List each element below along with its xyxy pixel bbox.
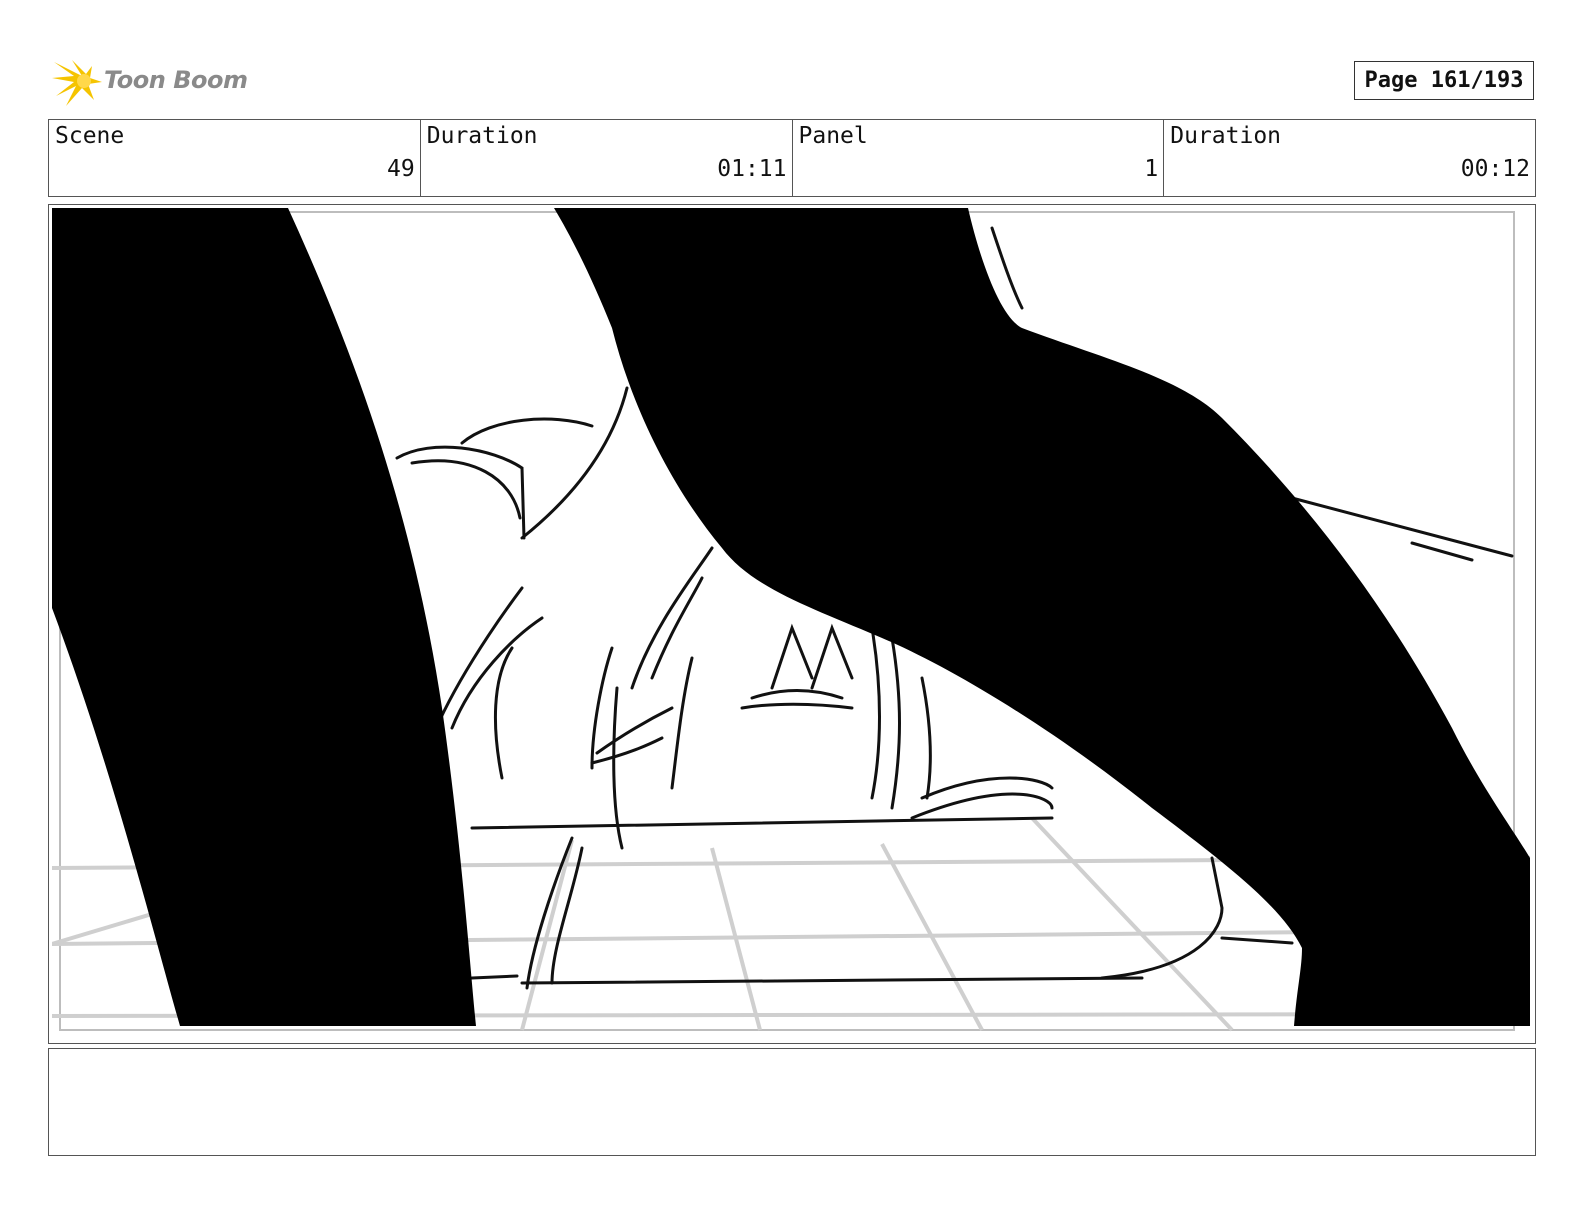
panel-label: Panel [798, 123, 868, 149]
scene-cell: Scene 49 [49, 120, 421, 196]
scene-duration-value: 01:11 [717, 156, 787, 182]
scene-duration-label: Duration [426, 123, 538, 149]
panel-cell: Panel 1 [793, 120, 1165, 196]
scene-info-table: Scene 49 Duration 01:11 Panel 1 Duration… [48, 119, 1536, 197]
logo-wordmark: Toon Boom [104, 66, 248, 94]
panel-value: 1 [1144, 156, 1159, 182]
panel-duration-value: 00:12 [1460, 156, 1530, 182]
storyboard-sketch-image [52, 208, 1531, 1032]
panel-notes-box [48, 1048, 1536, 1156]
scene-duration-cell: Duration 01:11 [421, 120, 793, 196]
starburst-icon [52, 60, 102, 106]
toon-boom-logo: Toon Boom [52, 56, 252, 108]
panel-duration-label: Duration [1170, 123, 1282, 149]
page-indicator: Page 161/193 [1354, 61, 1534, 100]
foreground-silhouettes [52, 208, 1530, 1026]
panel-duration-cell: Duration 00:12 [1164, 120, 1535, 196]
scene-value: 49 [387, 156, 415, 182]
scene-label: Scene [55, 123, 125, 149]
storyboard-panel [48, 204, 1536, 1044]
